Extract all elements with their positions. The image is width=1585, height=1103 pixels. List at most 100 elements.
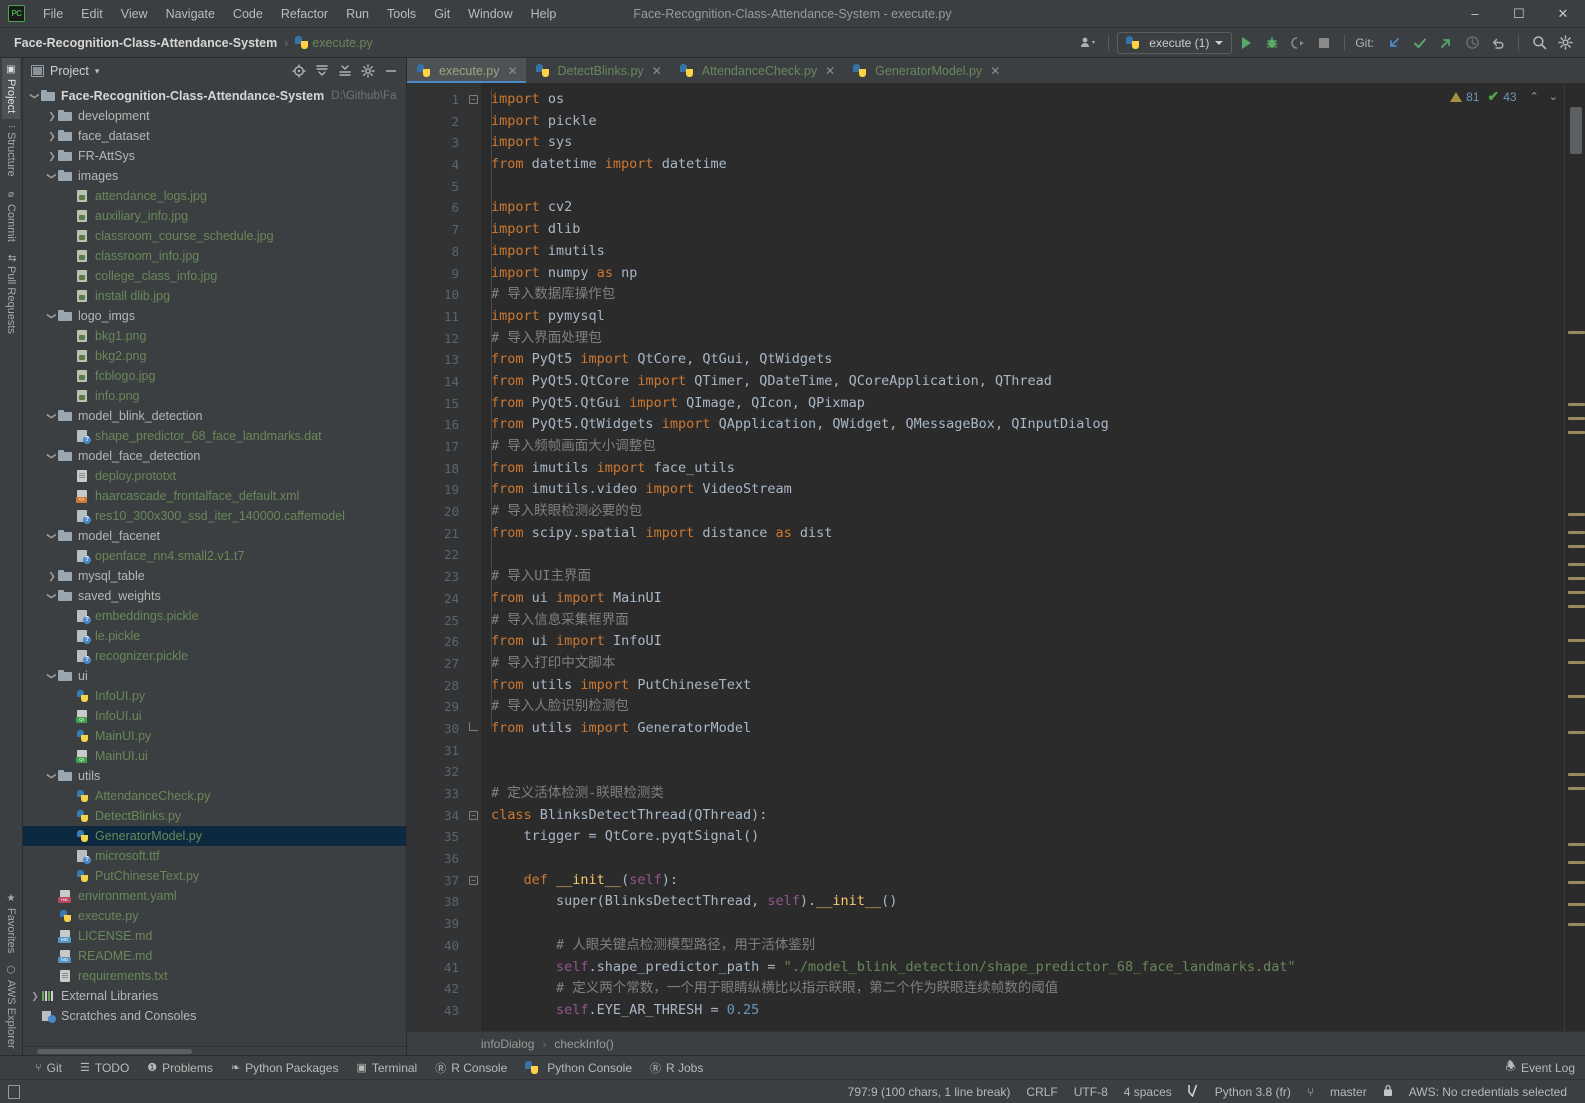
fold-collapse-icon[interactable]: − — [469, 875, 478, 885]
inspection-marker[interactable] — [1568, 787, 1585, 790]
tool-button-python-packages[interactable]: ❧ Python Packages — [222, 1057, 348, 1079]
search-icon[interactable] — [1527, 32, 1551, 54]
tree-row[interactable]: res10_300x300_ssd_iter_140000.caffemodel — [23, 506, 406, 526]
tree-row[interactable]: requirements.txt — [23, 966, 406, 986]
tree-row[interactable]: info.png — [23, 386, 406, 406]
run-with-coverage-button[interactable] — [1286, 32, 1310, 54]
tree-row[interactable]: ❯ images — [23, 166, 406, 186]
close-button[interactable]: ✕ — [1541, 0, 1585, 28]
tree-row[interactable]: execute.py — [23, 906, 406, 926]
tree-row[interactable]: ❯ mysql_table — [23, 566, 406, 586]
read-only-lock-icon[interactable] — [1375, 1082, 1401, 1102]
menu-view[interactable]: View — [112, 3, 157, 25]
tree-row[interactable]: microsoft.ttf — [23, 846, 406, 866]
tree-row[interactable]: ❯ FR-AttSys — [23, 146, 406, 166]
file-encoding[interactable]: UTF-8 — [1066, 1083, 1116, 1101]
undo-icon[interactable] — [1486, 32, 1510, 54]
tree-row[interactable]: recognizer.pickle — [23, 646, 406, 666]
editor-tab-detectblinks-py[interactable]: DetectBlinks.py ✕ — [526, 58, 670, 83]
tree-row[interactable]: ❯ model_blink_detection — [23, 406, 406, 426]
tree-row[interactable]: DetectBlinks.py — [23, 806, 406, 826]
tree-row[interactable]: haarcascade_frontalface_default.xml — [23, 486, 406, 506]
sidebar-item-structure[interactable]: ⁝ Structure — [2, 119, 20, 183]
expand-arrow-icon[interactable]: ❯ — [46, 566, 58, 586]
tool-button-git[interactable]: ⑂ Git — [26, 1057, 71, 1079]
tree-row[interactable]: README.md — [23, 946, 406, 966]
inspection-marker[interactable] — [1568, 331, 1585, 334]
inspection-marker[interactable] — [1568, 563, 1585, 566]
inspection-marker[interactable] — [1568, 773, 1585, 776]
inspection-marker[interactable] — [1568, 843, 1585, 846]
tree-row[interactable]: ❯ utils — [23, 766, 406, 786]
tree-row[interactable]: MainUI.py — [23, 726, 406, 746]
stop-button[interactable] — [1312, 32, 1336, 54]
tool-button-python-console[interactable]: Python Console — [516, 1057, 641, 1079]
analysis-scrollbar[interactable] — [1564, 83, 1585, 1031]
breadcrumb-file[interactable]: execute.py — [312, 36, 372, 50]
sidebar-item-project[interactable]: ▣ Project — [2, 58, 20, 120]
tree-row[interactable]: ❯ logo_imgs — [23, 306, 406, 326]
tree-row[interactable]: attendance_logs.jpg — [23, 186, 406, 206]
tree-row[interactable]: InfoUI.py — [23, 686, 406, 706]
tool-button-problems[interactable]: ❶ Problems — [138, 1057, 222, 1079]
expand-arrow-icon[interactable]: ❯ — [46, 106, 58, 126]
inspection-marker[interactable] — [1568, 531, 1585, 534]
project-panel-title-group[interactable]: Project ▾ — [31, 64, 99, 78]
tree-row[interactable]: ❯ face_dataset — [23, 126, 406, 146]
tree-row[interactable]: ❯ ui — [23, 666, 406, 686]
next-problem-icon[interactable]: ⌄ — [1546, 90, 1561, 103]
tree-row[interactable]: GeneratorModel.py — [23, 826, 406, 846]
menu-edit[interactable]: Edit — [72, 3, 112, 25]
inspection-marker[interactable] — [1568, 577, 1585, 580]
tree-row[interactable]: PutChineseText.py — [23, 866, 406, 886]
python-interpreter[interactable]: Python 3.8 (fr) — [1207, 1083, 1299, 1101]
gear-icon[interactable] — [1553, 32, 1577, 54]
inspection-marker[interactable] — [1568, 661, 1585, 664]
tree-row[interactable]: college_class_info.jpg — [23, 266, 406, 286]
run-button[interactable] — [1234, 32, 1258, 54]
tree-row[interactable]: deploy.prototxt — [23, 466, 406, 486]
select-opened-file-icon[interactable] — [288, 60, 310, 82]
expand-arrow-icon[interactable]: ❯ — [46, 146, 58, 166]
fold-collapse-icon[interactable]: − — [469, 810, 478, 820]
inspection-marker[interactable] — [1568, 923, 1585, 926]
tree-row[interactable]: ❯ saved_weights — [23, 586, 406, 606]
code-folding-gutter[interactable]: − − − — [467, 83, 481, 1031]
previous-problem-icon[interactable]: ⌃ — [1527, 90, 1542, 103]
expand-all-icon[interactable] — [311, 60, 333, 82]
run-configuration-selector[interactable]: execute (1) — [1117, 31, 1233, 54]
git-push-icon[interactable] — [1434, 32, 1458, 54]
menu-help[interactable]: Help — [522, 3, 566, 25]
tree-row[interactable]: AttendanceCheck.py — [23, 786, 406, 806]
inspection-marker[interactable] — [1568, 695, 1585, 698]
tree-row[interactable]: ❯ External Libraries — [23, 986, 406, 1006]
menu-git[interactable]: Git — [425, 3, 459, 25]
menu-code[interactable]: Code — [224, 3, 272, 25]
tree-row[interactable]: MainUI.ui — [23, 746, 406, 766]
git-update-project-icon[interactable] — [1382, 32, 1406, 54]
breadcrumb-part-1[interactable]: infoDialog — [481, 1037, 534, 1051]
caret-position[interactable]: 797:9 (100 chars, 1 line break) — [840, 1083, 1019, 1101]
inspection-marker[interactable] — [1568, 881, 1585, 884]
menu-window[interactable]: Window — [459, 3, 521, 25]
editor-tab-attendancecheck-py[interactable]: AttendanceCheck.py ✕ — [670, 58, 843, 83]
menu-file[interactable]: File — [34, 3, 72, 25]
breadcrumb-part-2[interactable]: checkInfo() — [554, 1037, 613, 1051]
tree-row[interactable]: ❯ Face-Recognition-Class-Attendance-Syste… — [23, 86, 406, 106]
inspection-marker[interactable] — [1568, 861, 1585, 864]
git-commit-icon[interactable] — [1408, 32, 1432, 54]
menu-refactor[interactable]: Refactor — [272, 3, 337, 25]
tool-button-terminal[interactable]: ▣ Terminal — [347, 1057, 426, 1079]
sidebar-item-commit[interactable]: ⌀ Commit — [2, 183, 20, 248]
scrollbar-thumb[interactable] — [1570, 107, 1582, 154]
tree-row[interactable]: Scratches and Consoles — [23, 1006, 406, 1026]
tree-row[interactable]: classroom_course_schedule.jpg — [23, 226, 406, 246]
tree-row[interactable]: LICENSE.md — [23, 926, 406, 946]
inspection-marker[interactable] — [1568, 417, 1585, 420]
tree-row[interactable]: bkg1.png — [23, 326, 406, 346]
menu-run[interactable]: Run — [337, 3, 378, 25]
tree-row[interactable]: le.pickle — [23, 626, 406, 646]
maximize-button[interactable]: ☐ — [1497, 0, 1541, 28]
debug-button[interactable] — [1260, 32, 1284, 54]
inspection-marker[interactable] — [1568, 431, 1585, 434]
